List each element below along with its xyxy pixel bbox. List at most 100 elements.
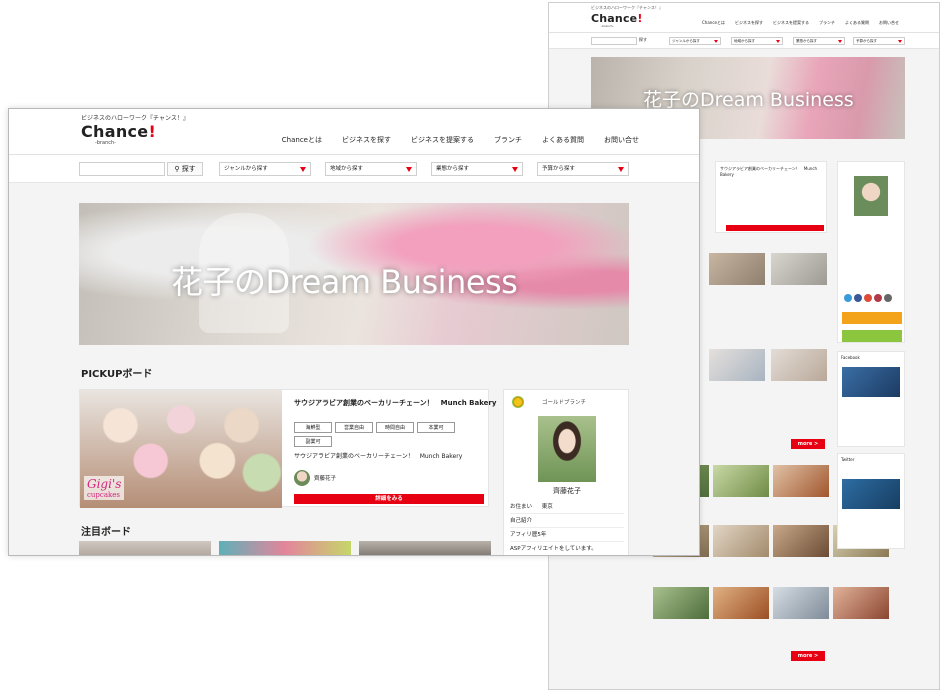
search-input[interactable] [79, 162, 165, 176]
thumb[interactable] [773, 525, 829, 557]
nav-item-branch[interactable]: ブランチ [494, 135, 522, 145]
nav-item-faq[interactable]: よくある質問 [542, 135, 584, 145]
back-pickup-title: サウジアラビア創業のベーカリーチェーン！ Munch Bakery [720, 166, 818, 177]
twitter-icon[interactable] [844, 294, 852, 302]
dropdown-region[interactable]: 地域から探す [325, 162, 417, 176]
back-search-bar: 探す ジャンルから探す 地域から探す 業態から探す 予算から探す [549, 33, 939, 49]
back-detail-button[interactable] [726, 225, 824, 231]
thumb[interactable] [653, 587, 709, 619]
back-nav-item[interactable]: よくある質問 [845, 20, 869, 26]
thumb[interactable] [773, 587, 829, 619]
googleplus-icon[interactable] [864, 294, 872, 302]
pickup-subtitle: サウジアラビア創業のベーカリーチェーン！ Munch Bakery [294, 453, 463, 460]
back-more-button-1[interactable]: more > [791, 439, 825, 449]
back-nav-item[interactable]: ビジネスを提案する [773, 20, 809, 26]
back-more-button-2[interactable]: more > [791, 651, 825, 661]
search-bar: ⚲ 探す ジャンルから探す 地域から探す 業態から探す 予算から探す [9, 155, 699, 183]
attention-thumb[interactable] [219, 541, 351, 555]
profile-intro-line1: アフィリ歴5年 [510, 530, 624, 542]
back-twitter-panel: Twitter [837, 453, 905, 549]
pickup-title[interactable]: サウジアラビア創業のベーカリーチェーン！ Munch Bakery [294, 398, 496, 408]
back-nav-item[interactable]: Chanceとは [702, 20, 725, 26]
thumb[interactable] [773, 465, 829, 497]
pickup-tag[interactable]: 本業可 [417, 422, 455, 433]
pickup-tag[interactable]: 海鮮型 [294, 422, 332, 433]
attention-thumb[interactable] [359, 541, 491, 555]
facebook-post-image[interactable] [842, 367, 900, 397]
nav-item-contact[interactable]: お問い合せ [604, 135, 639, 145]
site-logo[interactable]: Chance! [81, 122, 156, 141]
pickup-author[interactable]: 齊藤花子 [294, 470, 336, 486]
dropdown-region-label: 地域から探す [330, 166, 364, 172]
back-search-button[interactable]: 探す [639, 37, 647, 43]
dropdown-genre[interactable]: ジャンルから探す [219, 162, 311, 176]
detail-button[interactable]: 詳細をみる [294, 494, 484, 504]
dropdown-business-type[interactable]: 業態から探す [431, 162, 523, 176]
back-nav-item[interactable]: ビジネスを探す [735, 20, 763, 26]
chevron-down-icon [300, 167, 306, 172]
back-dropdown-type[interactable]: 業態から探す [793, 37, 845, 45]
search-button[interactable]: ⚲ 探す [167, 162, 203, 176]
pickup-tag[interactable]: 時間自由 [376, 422, 414, 433]
site-tagline: ビジネスのハローワーク『チャンス！』 [81, 115, 189, 122]
profile-name: 齊藤花子 [553, 487, 581, 495]
back-nav-item[interactable]: お問い合せ [879, 20, 899, 26]
back-profile-photo [854, 176, 888, 216]
pickup-tag[interactable]: 副業可 [294, 436, 332, 447]
back-orange-button[interactable] [842, 312, 902, 324]
pickup-card[interactable]: Gigi's cupcakes サウジアラビア創業のベーカリーチェーン！ Mun… [79, 389, 496, 508]
dropdown-budget[interactable]: 予算から探す [537, 162, 629, 176]
gold-branch-icon [512, 396, 524, 408]
page-body: 花子のDream Business PICKUPボード Gigi's cupca… [9, 183, 699, 555]
back-pickup-card[interactable]: サウジアラビア創業のベーカリーチェーン！ Munch Bakery [715, 161, 827, 233]
back-nav: Chanceとは ビジネスを探す ビジネスを提案する ブランチ よくある質問 お… [702, 20, 899, 26]
mail-icon[interactable] [884, 294, 892, 302]
pickup-tag[interactable]: 営業自由 [335, 422, 373, 433]
nav-item-find-business[interactable]: ビジネスを探す [342, 135, 391, 145]
back-message-button[interactable] [842, 330, 902, 342]
attention-thumb[interactable] [79, 541, 211, 555]
back-logo[interactable]: Chance! [591, 12, 643, 25]
nav-item-about[interactable]: Chanceとは [282, 135, 322, 145]
thumb[interactable] [713, 465, 769, 497]
profile-intro-line2: ASPアフィリエイトをしています。 [510, 546, 597, 552]
thumb[interactable] [771, 349, 827, 381]
back-dropdown-genre[interactable]: ジャンルから探す [669, 37, 721, 45]
pickup-image-logo: Gigi's cupcakes [84, 476, 125, 500]
pickup-author-name: 齊藤花子 [314, 476, 337, 482]
instagram-icon[interactable] [874, 294, 882, 302]
profile-photo[interactable] [538, 416, 596, 482]
profile-panel: ゴールドブランチ 齊藤花子 お住まい 東京 自己紹介 アフィリ歴5年 ASPアフ… [503, 389, 629, 555]
pickup-image-cupcakes[interactable]: Gigi's cupcakes [80, 390, 282, 508]
back-thumb-row-3 [653, 587, 889, 619]
thumb[interactable] [713, 587, 769, 619]
thumb[interactable] [713, 525, 769, 557]
attention-board-images [79, 541, 491, 555]
twitter-post-image[interactable] [842, 479, 900, 509]
dropdown-business-type-label: 業態から探す [436, 166, 470, 172]
chevron-down-icon [512, 167, 518, 172]
site-header: ビジネスのハローワーク『チャンス！』 Chance! -branch- Chan… [9, 109, 699, 155]
back-dropdown-budget[interactable]: 予算から探す [853, 37, 905, 45]
thumb[interactable] [709, 253, 765, 285]
back-search-input[interactable] [591, 37, 637, 45]
facebook-icon[interactable] [854, 294, 862, 302]
back-dropdown-region[interactable]: 地域から探す [731, 37, 783, 45]
thumb[interactable] [771, 253, 827, 285]
back-nav-item[interactable]: ブランチ [819, 20, 835, 26]
back-header: ビジネスのハローワーク『チャンス！』 Chance! -branch- Chan… [549, 3, 939, 33]
profile-intro-label: 自己紹介 [510, 516, 624, 528]
back-thumb-grid-2 [709, 349, 829, 381]
profile-rank: ゴールドブランチ [542, 400, 587, 406]
pickup-section-title: PICKUPボード [81, 369, 153, 380]
chevron-down-icon [618, 167, 624, 172]
main-nav: Chanceとは ビジネスを探す ビジネスを提案する ブランチ よくある質問 お… [282, 135, 639, 145]
back-twitter-title: Twitter [841, 457, 855, 462]
dropdown-budget-label: 予算から探す [542, 166, 576, 172]
avatar [294, 470, 310, 486]
nav-item-propose-business[interactable]: ビジネスを提案する [411, 135, 474, 145]
hero-title: 花子のDream Business [171, 263, 518, 301]
thumb[interactable] [709, 349, 765, 381]
thumb[interactable] [833, 587, 889, 619]
chevron-down-icon [406, 167, 412, 172]
